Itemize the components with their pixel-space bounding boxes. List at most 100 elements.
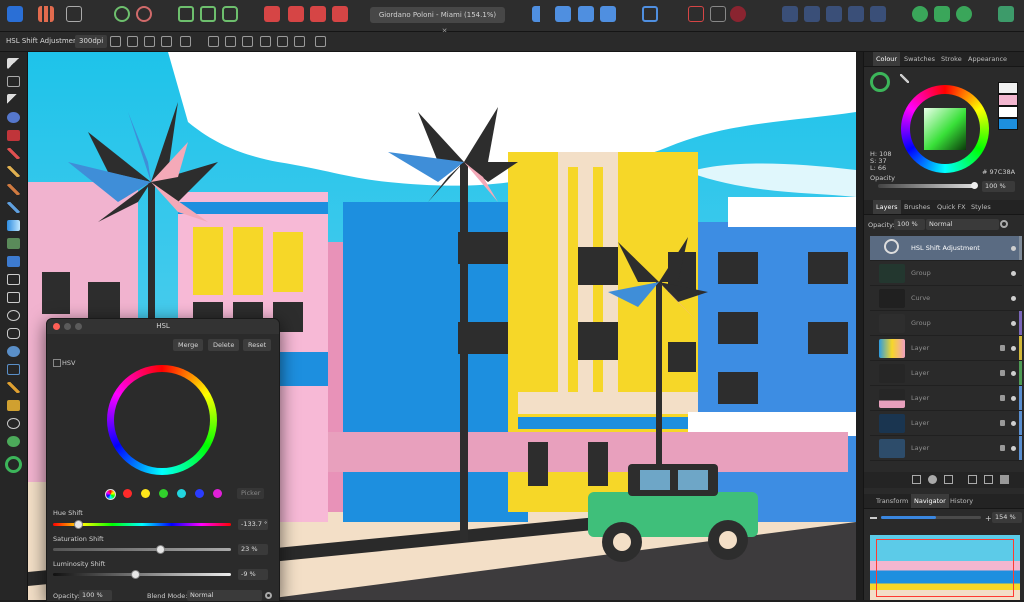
guides-icon[interactable]	[710, 6, 726, 22]
layer-row[interactable]: Layer	[870, 436, 1022, 461]
hex-field[interactable]: # 97C38A	[982, 168, 1015, 176]
pencil-tool-icon[interactable]	[7, 166, 20, 177]
colour-picker-tool-icon[interactable]	[7, 382, 20, 393]
recent-colours[interactable]	[998, 82, 1018, 142]
intersect-icon[interactable]	[310, 6, 326, 22]
align-bottom-icon[interactable]	[242, 36, 253, 47]
visibility-icon[interactable]	[1011, 296, 1016, 301]
saturation-shift-value[interactable]: 23 %	[238, 544, 268, 555]
shapes-tool-icon[interactable]	[7, 346, 20, 357]
account-icon[interactable]	[998, 6, 1014, 22]
studio-icon[interactable]	[934, 6, 950, 22]
tab-navigator[interactable]: Navigator	[911, 494, 949, 508]
blend-mode-dropdown[interactable]: Normal	[187, 590, 262, 601]
layer-blend-dropdown[interactable]: Normal	[926, 219, 999, 230]
merge-button[interactable]: Merge	[173, 339, 204, 351]
visibility-icon[interactable]	[1011, 246, 1016, 251]
rounded-rect-tool-icon[interactable]	[7, 328, 20, 339]
vector-crop-tool-icon[interactable]	[7, 274, 20, 285]
add-group-icon[interactable]	[968, 475, 977, 484]
swatch-blues[interactable]	[195, 489, 204, 498]
view-tool-icon[interactable]	[7, 436, 20, 447]
invert-selection-icon[interactable]	[222, 6, 238, 22]
swatch-reds[interactable]	[123, 489, 132, 498]
space-h-icon[interactable]	[294, 36, 305, 47]
fill-stroke-wells[interactable]	[870, 72, 890, 92]
zoom-in-icon[interactable]: +	[985, 514, 992, 523]
add-icon[interactable]	[264, 6, 280, 22]
hsv-checkbox[interactable]	[53, 359, 61, 367]
align-right-icon[interactable]	[578, 6, 594, 22]
layer-row[interactable]: Layer	[870, 411, 1022, 436]
dialog-opacity-field[interactable]: 100 %	[79, 590, 112, 601]
ellipse-tool-icon[interactable]	[7, 310, 20, 321]
ruler-tool-icon[interactable]	[7, 400, 20, 411]
visibility-icon[interactable]	[1011, 271, 1016, 276]
layer-row[interactable]: Curve	[870, 286, 1022, 311]
visibility-icon[interactable]	[1011, 396, 1016, 401]
persona-icon[interactable]	[956, 6, 972, 22]
subtract-icon[interactable]	[288, 6, 304, 22]
visibility-icon[interactable]	[1011, 346, 1016, 351]
tab-brushes[interactable]: Brushes	[904, 200, 930, 214]
layer-row[interactable]: Group	[870, 261, 1022, 286]
saturation-shift-slider[interactable]	[53, 548, 231, 551]
arrange-back-icon[interactable]	[848, 6, 864, 22]
tab-styles[interactable]: Styles	[971, 200, 991, 214]
order-icon[interactable]	[642, 6, 658, 22]
snapping-icon[interactable]	[136, 6, 152, 22]
crop-tool-icon[interactable]	[7, 130, 20, 141]
lock-icon[interactable]	[1000, 370, 1005, 376]
close-window-icon[interactable]	[53, 323, 60, 330]
colour-wheel[interactable]	[901, 85, 989, 173]
distribute-v-icon[interactable]	[277, 36, 288, 47]
flip-horizontal-icon[interactable]	[127, 36, 138, 47]
lock-icon[interactable]	[1000, 420, 1005, 426]
place-image-tool-icon[interactable]	[7, 256, 20, 267]
tab-quick-fx[interactable]: Quick FX	[937, 200, 966, 214]
layer-settings-icon[interactable]	[1000, 220, 1008, 228]
swatch-yellows[interactable]	[141, 489, 150, 498]
arrange-forward-icon[interactable]	[804, 6, 820, 22]
layer-row[interactable]: Layer	[870, 386, 1022, 411]
swatch-greens[interactable]	[159, 489, 168, 498]
visibility-icon[interactable]	[1011, 446, 1016, 451]
opacity-slider[interactable]	[878, 184, 974, 188]
tab-appearance[interactable]: Appearance	[968, 52, 1007, 66]
zoom-out-icon[interactable]	[870, 517, 877, 519]
fx-icon[interactable]	[944, 475, 953, 484]
document-setup-icon[interactable]	[66, 6, 82, 22]
delete-layer-icon[interactable]	[1000, 475, 1009, 484]
text-tool-icon[interactable]	[7, 364, 20, 375]
align-middle-icon[interactable]	[225, 36, 236, 47]
tab-layers[interactable]: Layers	[873, 200, 901, 214]
settings-icon[interactable]	[114, 6, 130, 22]
snap-grid-icon[interactable]	[688, 6, 704, 22]
opacity-knob[interactable]	[971, 182, 978, 189]
preview-frame[interactable]	[876, 539, 1014, 597]
layer-row[interactable]: HSL Shift Adjustment	[870, 236, 1022, 261]
tab-history[interactable]: History	[950, 494, 973, 508]
saturation-shift-knob[interactable]	[155, 545, 165, 554]
visibility-icon[interactable]	[1011, 321, 1016, 326]
arrange-front-icon[interactable]	[782, 6, 798, 22]
zoom-slider[interactable]	[881, 516, 981, 519]
tab-swatches[interactable]: Swatches	[904, 52, 935, 66]
layer-opacity-field[interactable]: 100 %	[894, 219, 925, 230]
arrange-backward-icon[interactable]	[826, 6, 842, 22]
luminosity-shift-slider[interactable]	[53, 573, 231, 576]
reset-button[interactable]: Reset	[243, 339, 272, 351]
hue-wheel[interactable]	[107, 365, 217, 475]
fill-tool-icon[interactable]	[7, 202, 20, 213]
transform-origin-icon[interactable]	[110, 36, 121, 47]
flip-vertical-icon[interactable]	[144, 36, 155, 47]
add-mask-icon[interactable]	[912, 475, 921, 484]
zoom-tool-icon[interactable]	[7, 418, 20, 429]
zoom-field[interactable]: 154 %	[992, 512, 1022, 523]
xor-icon[interactable]	[332, 6, 348, 22]
app-logo-icon[interactable]	[7, 6, 23, 22]
eyedropper-icon[interactable]	[900, 74, 909, 83]
transparency-tool-icon[interactable]	[7, 238, 20, 249]
visibility-icon[interactable]	[1011, 421, 1016, 426]
align-center-icon[interactable]	[555, 6, 571, 22]
